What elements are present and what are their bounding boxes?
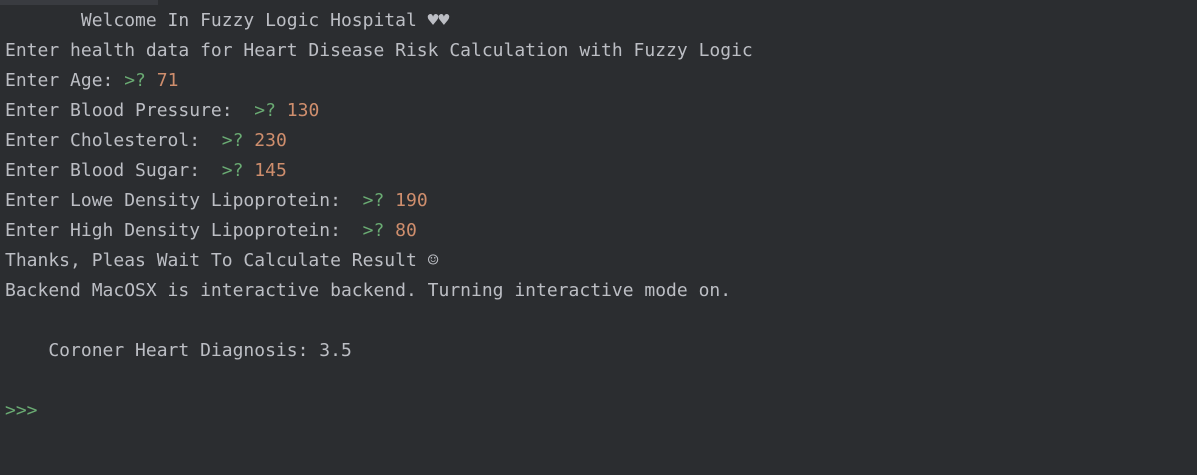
input-value: 230	[254, 130, 287, 151]
backend-line: Backend MacOSX is interactive backend. T…	[5, 280, 732, 301]
input-label: Enter Lowe Density Lipoprotein:	[5, 190, 363, 211]
input-value: 80	[395, 220, 417, 241]
input-label: Enter High Density Lipoprotein:	[5, 220, 363, 241]
input-line-ldl: Enter Lowe Density Lipoprotein: >? 190	[5, 186, 1197, 216]
intro-line: Enter health data for Heart Disease Risk…	[5, 40, 753, 61]
input-label: Enter Blood Pressure:	[5, 100, 255, 121]
input-value: 71	[156, 70, 179, 91]
input-prompt: >?	[124, 70, 157, 91]
input-prompt: >?	[254, 100, 287, 121]
input-line-blood-pressure: Enter Blood Pressure: >? 130	[5, 96, 1197, 126]
input-prompt: >?	[362, 220, 396, 241]
input-value: 145	[254, 160, 287, 181]
input-label: Enter Age:	[5, 70, 125, 91]
input-line-cholesterol: Enter Cholesterol: >? 230	[5, 126, 1197, 156]
input-line-blood-sugar: Enter Blood Sugar: >? 145	[5, 156, 1197, 186]
input-value: 190	[395, 190, 428, 211]
input-label: Enter Cholesterol:	[5, 130, 222, 151]
welcome-line: Welcome In Fuzzy Logic Hospital ♥♥	[5, 10, 450, 31]
python-console[interactable]: Welcome In Fuzzy Logic Hospital ♥♥ Enter…	[0, 0, 1197, 475]
input-label: Enter Blood Sugar:	[5, 160, 222, 181]
thanks-line: Thanks, Pleas Wait To Calculate Result ☺	[5, 250, 439, 271]
input-line-hdl: Enter High Density Lipoprotein: >? 80	[5, 216, 1197, 246]
input-prompt: >?	[221, 160, 255, 181]
input-prompt: >?	[362, 190, 396, 211]
input-value: 130	[286, 100, 320, 121]
console-tab-indicator	[0, 0, 158, 5]
diagnosis-line: Coroner Heart Diagnosis: 3.5	[5, 340, 352, 361]
console-input-prompt[interactable]: >>>	[5, 396, 1197, 426]
input-line-age: Enter Age: >? 71	[5, 66, 1197, 96]
input-prompt: >?	[221, 130, 255, 151]
